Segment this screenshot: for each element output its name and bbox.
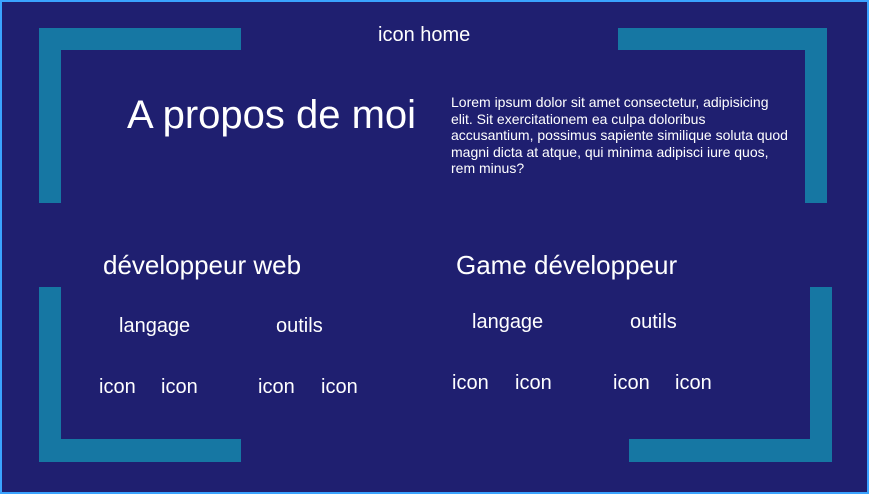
web-dev-tools-label: outils <box>276 315 323 337</box>
game-dev-language-icon: icon <box>452 372 489 394</box>
about-title: A propos de moi <box>127 93 417 137</box>
web-dev-language-icon: icon <box>161 376 198 398</box>
game-dev-tools-label: outils <box>630 311 677 333</box>
game-dev-languages-label: langage <box>472 311 544 333</box>
bracket-top-right-horizontal <box>618 28 827 50</box>
bracket-bottom-right-vertical <box>810 287 832 462</box>
web-dev-tool-icon: icon <box>258 376 295 398</box>
web-dev-tool-icon: icon <box>321 376 358 398</box>
bracket-top-left-vertical <box>39 28 61 203</box>
about-text: Lorem ipsum dolor sit amet consectetur, … <box>451 94 788 176</box>
game-dev-tool-icon: icon <box>675 372 712 394</box>
page-frame: icon home A propos de moi Lorem ipsum do… <box>0 0 869 494</box>
bracket-top-left-horizontal <box>39 28 241 50</box>
home-link[interactable]: icon home <box>378 24 470 47</box>
web-dev-languages-label: langage <box>119 315 191 337</box>
bracket-bottom-left-horizontal <box>39 439 241 462</box>
game-dev-title: Game développeur <box>456 250 678 280</box>
game-dev-language-icon: icon <box>515 372 552 394</box>
bracket-bottom-left-vertical <box>39 287 61 462</box>
bracket-bottom-right-horizontal <box>629 439 832 462</box>
web-dev-title: développeur web <box>103 250 302 280</box>
bracket-top-right-vertical <box>805 28 827 203</box>
web-dev-language-icon: icon <box>99 376 136 398</box>
game-dev-tool-icon: icon <box>613 372 650 394</box>
